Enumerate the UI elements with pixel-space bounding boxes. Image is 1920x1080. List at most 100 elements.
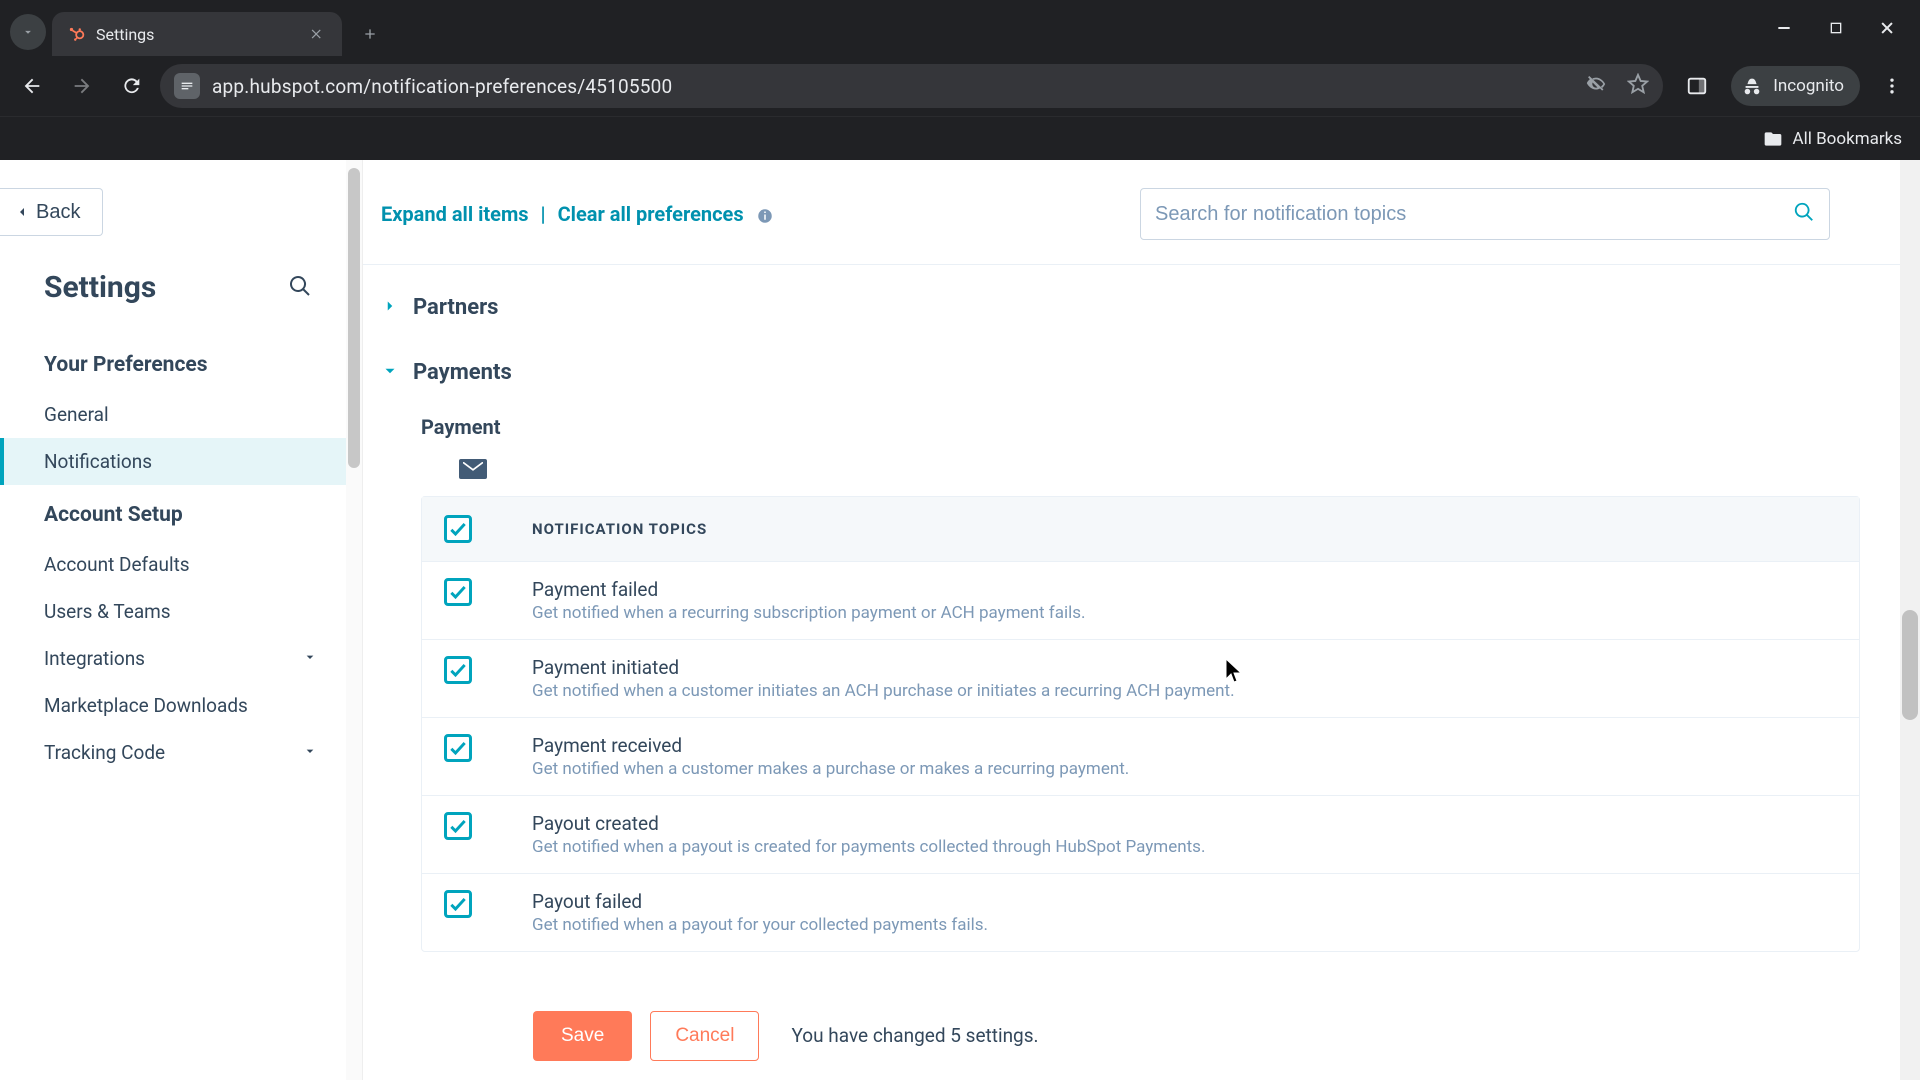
browser-chrome: Settings app.hubspot.com/notification-pr… (0, 0, 1920, 160)
section-partners-label: Partners (413, 295, 498, 320)
topic-row: Payout created Get notified when a payou… (422, 796, 1859, 874)
main-content: Expand all items | Clear all preferences… (363, 160, 1920, 1080)
section-payments-label: Payments (413, 360, 512, 385)
toolbar-right: Incognito (1677, 66, 1910, 106)
toolbar-links: Expand all items | Clear all preferences (381, 202, 774, 226)
topics-table: NOTIFICATION TOPICS Payment failed Get n… (421, 496, 1860, 952)
topic-checkbox[interactable] (444, 656, 472, 684)
topics-select-all-checkbox[interactable] (444, 515, 472, 543)
topic-checkbox[interactable] (444, 812, 472, 840)
topic-row: Payment initiated Get notified when a cu… (422, 640, 1859, 718)
topics-header-row: NOTIFICATION TOPICS (422, 497, 1859, 562)
incognito-label: Incognito (1773, 76, 1844, 96)
notification-sections: Partners Payments Payment NOTIFICATION T… (363, 265, 1920, 952)
channel-icons-row (381, 455, 1860, 490)
sidebar-scroll-thumb[interactable] (348, 168, 360, 468)
topic-title: Payment initiated (532, 656, 1235, 679)
chevron-down-icon (302, 741, 318, 764)
topic-row: Payment failed Get notified when a recur… (422, 562, 1859, 640)
info-icon[interactable] (752, 202, 774, 226)
topic-checkbox[interactable] (444, 734, 472, 762)
topics-header-label: NOTIFICATION TOPICS (532, 520, 707, 538)
new-tab-button[interactable] (352, 16, 388, 52)
topic-row: Payment received Get notified when a cus… (422, 718, 1859, 796)
page-scrollbar[interactable] (1900, 160, 1920, 1080)
tab-close-button[interactable] (306, 23, 328, 45)
settings-sidebar: Back Settings Your Preferences General N… (0, 160, 363, 1080)
nav-item-integrations[interactable]: Integrations (0, 635, 362, 682)
nav-back-button[interactable] (10, 64, 54, 108)
nav-reload-button[interactable] (110, 64, 154, 108)
link-separator: | (537, 202, 550, 226)
sidebar-scrollbar[interactable] (346, 160, 362, 1080)
nav-item-account-defaults[interactable]: Account Defaults (0, 541, 362, 588)
window-maximize-button[interactable] (1824, 16, 1848, 40)
search-icon[interactable] (1793, 201, 1815, 227)
back-label: Back (36, 201, 80, 224)
folder-icon (1763, 129, 1783, 149)
nav-item-marketplace-downloads[interactable]: Marketplace Downloads (0, 682, 362, 729)
section-partners[interactable]: Partners (381, 275, 1860, 340)
topic-desc: Get notified when a recurring subscripti… (532, 603, 1085, 623)
section-payments[interactable]: Payments (381, 340, 1860, 405)
window-minimize-button[interactable] (1772, 16, 1796, 40)
chevron-right-icon (381, 297, 399, 319)
topic-title: Payment failed (532, 578, 1085, 601)
expand-all-link[interactable]: Expand all items (381, 202, 529, 226)
nav-section-your-preferences: Your Preferences (0, 335, 362, 391)
topic-desc: Get notified when a customer makes a pur… (532, 759, 1129, 779)
nav-item-notifications[interactable]: Notifications (0, 438, 362, 485)
omnibox-actions (1585, 73, 1649, 99)
settings-search-icon[interactable] (288, 274, 312, 302)
eye-off-icon[interactable] (1585, 73, 1607, 99)
side-panel-icon[interactable] (1677, 66, 1717, 106)
tab-strip: Settings (0, 0, 1920, 56)
incognito-chip[interactable]: Incognito (1731, 66, 1860, 106)
bookmarks-bar: All Bookmarks (0, 116, 1920, 160)
window-close-button[interactable] (1876, 16, 1900, 40)
topic-row: Payout failed Get notified when a payout… (422, 874, 1859, 951)
email-channel-icon[interactable] (459, 459, 487, 479)
all-bookmarks-button[interactable]: All Bookmarks (1763, 129, 1902, 149)
toolbar-row: Expand all items | Clear all preferences (363, 160, 1920, 264)
unsaved-changes-bar: Save Cancel You have changed 5 settings. (363, 990, 1920, 1080)
nav-forward-button[interactable] (60, 64, 104, 108)
all-bookmarks-label: All Bookmarks (1793, 129, 1902, 149)
incognito-icon (1741, 75, 1763, 97)
save-button[interactable]: Save (533, 1011, 632, 1061)
nav-item-users-teams[interactable]: Users & Teams (0, 588, 362, 635)
window-controls (1772, 0, 1912, 56)
browser-tab[interactable]: Settings (52, 12, 342, 56)
clear-all-link[interactable]: Clear all preferences (558, 202, 744, 226)
address-bar-row: app.hubspot.com/notification-preferences… (0, 56, 1920, 116)
topic-title: Payment received (532, 734, 1129, 757)
tab-title: Settings (96, 25, 296, 44)
tab-search-button[interactable] (10, 14, 46, 50)
browser-menu-button[interactable] (1874, 68, 1910, 104)
nav-item-tracking-code[interactable]: Tracking Code (0, 729, 362, 776)
cancel-button[interactable]: Cancel (650, 1011, 759, 1061)
topic-checkbox[interactable] (444, 578, 472, 606)
topic-desc: Get notified when a payout is created fo… (532, 837, 1205, 857)
url-text: app.hubspot.com/notification-preferences… (212, 75, 672, 98)
back-button[interactable]: Back (0, 188, 103, 236)
notification-search[interactable] (1140, 188, 1830, 240)
nav-section-account-setup: Account Setup (0, 485, 362, 541)
chevron-down-icon (381, 362, 399, 384)
settings-title: Settings (44, 270, 156, 305)
notification-search-input[interactable] (1155, 203, 1781, 226)
topic-desc: Get notified when a customer initiates a… (532, 681, 1235, 701)
page-scroll-thumb[interactable] (1902, 610, 1918, 720)
topic-desc: Get notified when a payout for your coll… (532, 915, 988, 935)
topic-title: Payout created (532, 812, 1205, 835)
topic-checkbox[interactable] (444, 890, 472, 918)
chevron-down-icon (302, 647, 318, 670)
app-viewport: Back Settings Your Preferences General N… (0, 160, 1920, 1080)
site-info-icon[interactable] (174, 73, 200, 99)
chevron-left-icon (14, 204, 30, 220)
hubspot-favicon-icon (66, 24, 86, 44)
address-bar[interactable]: app.hubspot.com/notification-preferences… (160, 64, 1663, 108)
nav-item-general[interactable]: General (0, 391, 362, 438)
changed-settings-msg: You have changed 5 settings. (791, 1024, 1038, 1047)
bookmark-star-icon[interactable] (1627, 73, 1649, 99)
